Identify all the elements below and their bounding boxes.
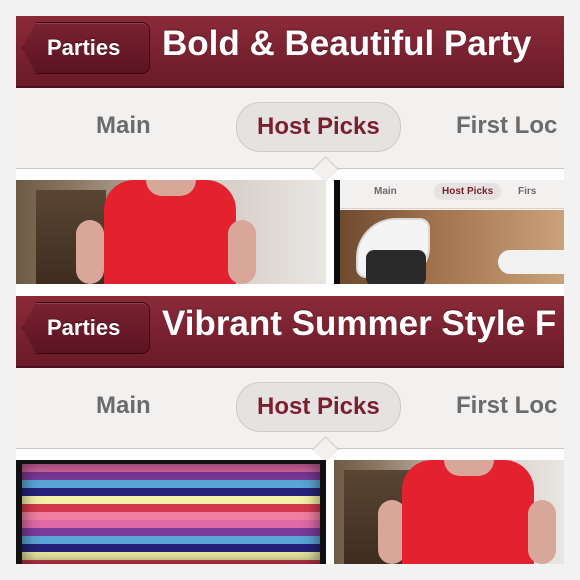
photo-row: Main Host Picks Firs <box>16 180 564 284</box>
arm <box>228 220 256 284</box>
tab-main[interactable]: Main <box>96 392 151 420</box>
party-title: Vibrant Summer Style F <box>162 304 557 343</box>
nav-header: Parties Bold & Beautiful Party <box>16 16 564 88</box>
collage: Parties Bold & Beautiful Party Main Host… <box>16 16 564 564</box>
screenshot-panel-2: Parties Vibrant Summer Style F Main Host… <box>16 296 564 564</box>
back-button-label: Parties <box>47 315 121 340</box>
screenshot-panel-1: Parties Bold & Beautiful Party Main Host… <box>16 16 564 284</box>
back-button-label: Parties <box>47 35 121 60</box>
tab-first-look[interactable]: First Loc <box>456 112 557 140</box>
white-shoe-right <box>498 250 564 274</box>
tab-host-picks[interactable]: Host Picks <box>236 102 401 152</box>
parties-back-button[interactable]: Parties <box>22 302 150 354</box>
red-top-photo[interactable] <box>334 460 564 564</box>
black-platform <box>366 250 426 284</box>
mini-tab-first: Firs <box>518 186 537 197</box>
striped-fabric <box>22 464 320 564</box>
parties-back-button[interactable]: Parties <box>22 22 150 74</box>
arm <box>76 220 104 284</box>
tab-bar: Main Host Picks First Loc <box>16 88 564 169</box>
app-screenshot-photo[interactable]: Main Host Picks Firs <box>334 180 564 284</box>
mini-screen: Main Host Picks Firs <box>340 180 564 284</box>
striped-fabric-photo[interactable] <box>16 460 326 564</box>
mini-tab-bar: Main Host Picks Firs <box>340 180 564 209</box>
shoes-image <box>340 210 564 284</box>
tab-bar: Main Host Picks First Loc <box>16 368 564 449</box>
mini-tab-host-picks: Host Picks <box>434 183 502 200</box>
tab-first-look[interactable]: First Loc <box>456 392 557 420</box>
party-title: Bold & Beautiful Party <box>162 24 532 63</box>
tab-main[interactable]: Main <box>96 112 151 140</box>
mini-tab-main: Main <box>374 186 397 197</box>
tab-host-picks[interactable]: Host Picks <box>236 382 401 432</box>
red-top-photo[interactable] <box>16 180 326 284</box>
nav-header: Parties Vibrant Summer Style F <box>16 296 564 368</box>
photo-row <box>16 460 564 564</box>
arm <box>528 500 556 564</box>
